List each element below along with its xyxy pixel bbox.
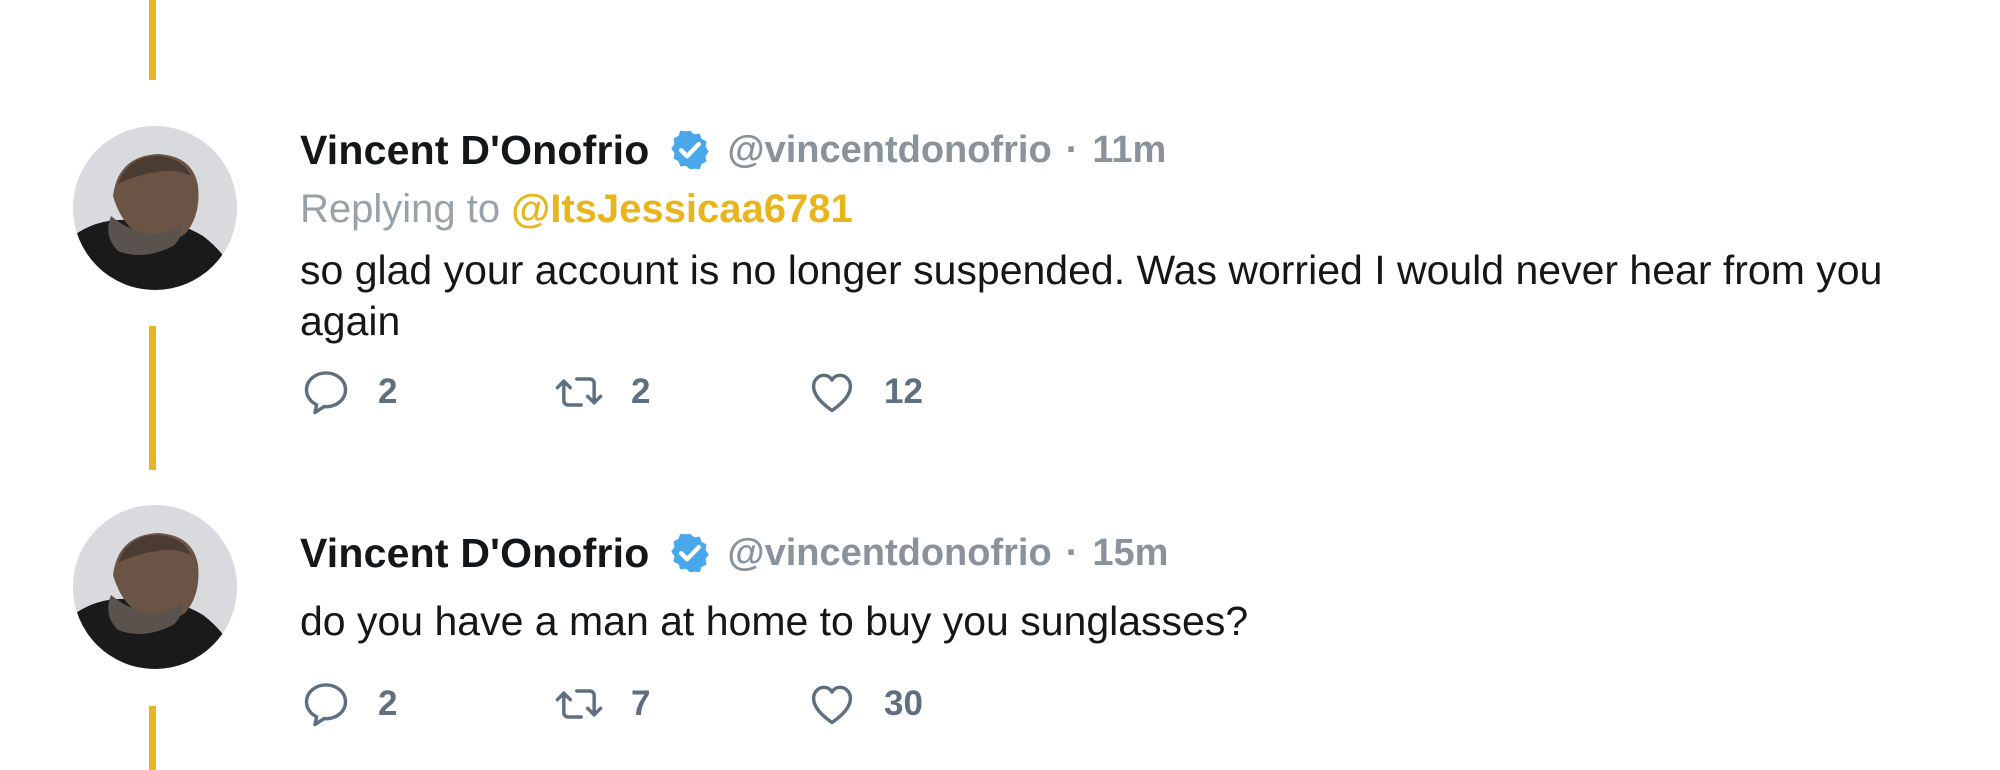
- tweet[interactable]: Vincent D'Onofrio @vincentdonofrio · 11m…: [300, 121, 1940, 419]
- avatar-photo: [73, 126, 237, 290]
- handle[interactable]: @vincentdonofrio: [728, 532, 1052, 575]
- separator-dot: ·: [1065, 128, 1079, 171]
- tweet[interactable]: Vincent D'Onofrio @vincentdonofrio · 15m…: [300, 524, 1940, 731]
- retweet-count: 2: [631, 372, 651, 411]
- tweet-text: so glad your account is no longer suspen…: [300, 247, 1883, 344]
- like-count: 12: [884, 372, 923, 411]
- avatar[interactable]: [73, 505, 237, 669]
- replying-to-mention[interactable]: @ItsJessicaa6781: [511, 187, 853, 231]
- like-count: 30: [884, 684, 923, 723]
- tweet-actions: 2 7 30: [300, 677, 1940, 731]
- display-name[interactable]: Vincent D'Onofrio: [300, 530, 650, 577]
- replying-to-line: Replying to @ItsJessicaa6781: [300, 181, 1940, 237]
- retweet-icon: [553, 366, 605, 418]
- thread-line-top: [149, 0, 156, 80]
- like-button[interactable]: 12: [806, 366, 1006, 418]
- replying-to-label: Replying to: [300, 187, 501, 231]
- avatar-photo: [73, 505, 237, 669]
- handle[interactable]: @vincentdonofrio: [728, 129, 1052, 172]
- reply-icon: [300, 678, 352, 730]
- verified-badge-icon: [668, 128, 712, 172]
- retweet-icon: [553, 678, 605, 730]
- reply-count: 2: [378, 684, 398, 723]
- tweet-header: Vincent D'Onofrio @vincentdonofrio · 15m: [300, 524, 1940, 582]
- display-name[interactable]: Vincent D'Onofrio: [300, 127, 650, 174]
- reply-button[interactable]: 2: [300, 678, 553, 730]
- retweet-button[interactable]: 7: [553, 678, 806, 730]
- reply-button[interactable]: 2: [300, 366, 553, 418]
- avatar[interactable]: [73, 126, 237, 290]
- like-button[interactable]: 30: [806, 678, 1006, 730]
- timestamp[interactable]: 15m: [1092, 532, 1168, 575]
- verified-badge-icon: [668, 531, 712, 575]
- heart-icon: [806, 366, 858, 418]
- tweet-actions: 2 2 12: [300, 365, 1940, 419]
- reply-count: 2: [378, 372, 398, 411]
- retweet-count: 7: [631, 684, 651, 723]
- timestamp[interactable]: 11m: [1092, 129, 1166, 172]
- tweet-header: Vincent D'Onofrio @vincentdonofrio · 11m: [300, 121, 1940, 179]
- separator-dot: ·: [1065, 531, 1079, 574]
- tweet-text: do you have a man at home to buy you sun…: [300, 598, 1249, 644]
- heart-icon: [806, 678, 858, 730]
- thread-line-bottom: [149, 706, 156, 770]
- reply-icon: [300, 366, 352, 418]
- retweet-button[interactable]: 2: [553, 366, 806, 418]
- thread-line-middle: [149, 326, 156, 470]
